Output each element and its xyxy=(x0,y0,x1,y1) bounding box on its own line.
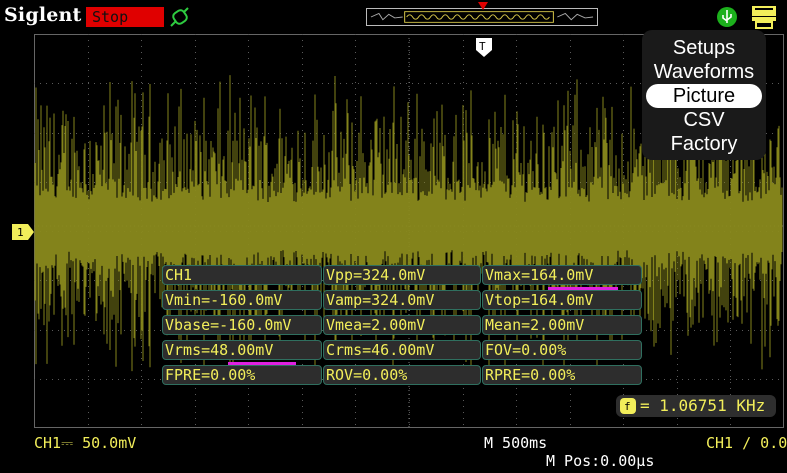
measure-fpre: FPRE=0.00% xyxy=(162,365,322,385)
measure-vrms: Vrms=48.00mV xyxy=(162,340,322,360)
menu-item-waveforms[interactable]: Waveforms xyxy=(646,60,762,84)
vrms-highlight xyxy=(228,362,296,365)
measure-fov: FOV=0.00% xyxy=(482,340,642,360)
frequency-icon: f xyxy=(620,398,636,414)
vmax-highlight xyxy=(548,287,618,290)
channel-scale: CH1⎓ 50.0mV xyxy=(34,434,137,452)
status-bar: CH1⎓ 50.0mV M 500ms M Pos:0.00μs CH1 ∕ 0… xyxy=(0,430,787,473)
frequency-value: = 1.06751 KHz xyxy=(640,396,766,415)
run-status-badge[interactable]: Stop xyxy=(86,7,164,27)
timebase: M 500ms xyxy=(484,434,548,452)
frequency-counter: f = 1.06751 KHz xyxy=(616,395,776,417)
svg-text:f: f xyxy=(624,400,631,413)
waveform-overview-icon[interactable] xyxy=(366,8,598,26)
svg-text:T: T xyxy=(479,40,486,53)
trigger-position-icon[interactable]: T xyxy=(474,36,494,58)
top-bar: Siglent Stop xyxy=(0,0,787,34)
measure-vtop: Vtop=164.0mV xyxy=(482,290,642,310)
measure-rov: ROV=0.00% xyxy=(323,365,481,385)
trigger-setting: CH1 ∕ 0.0 xyxy=(706,434,787,452)
horizontal-position: M Pos:0.00μs xyxy=(546,452,655,470)
printer-icon[interactable] xyxy=(750,4,778,30)
measurement-panel: CH1 Vpp=324.0mV Vmax=164.0mV Vmin=-160.0… xyxy=(162,265,642,385)
measure-vmax: Vmax=164.0mV xyxy=(482,265,642,285)
brand-logo: Siglent xyxy=(4,4,82,26)
plug-icon xyxy=(170,7,189,27)
save-menu: Setups Waveforms Picture CSV Factory xyxy=(642,30,766,160)
menu-item-csv[interactable]: CSV xyxy=(646,108,762,132)
svg-text:1: 1 xyxy=(17,226,24,239)
measure-vpp: Vpp=324.0mV xyxy=(323,265,481,285)
measure-vbase: Vbase=-160.0mV xyxy=(162,315,322,335)
measure-vamp: Vamp=324.0mV xyxy=(323,290,481,310)
measure-vmin: Vmin=-160.0mV xyxy=(162,290,322,310)
measure-rpre: RPRE=0.00% xyxy=(482,365,642,385)
trigger-arrow-icon xyxy=(478,2,488,10)
menu-item-picture[interactable]: Picture xyxy=(646,84,762,108)
channel1-level-marker[interactable]: 1 xyxy=(12,222,34,242)
measure-vmea: Vmea=2.00mV xyxy=(323,315,481,335)
measure-mean: Mean=2.00mV xyxy=(482,315,642,335)
menu-item-factory[interactable]: Factory xyxy=(646,132,762,156)
menu-item-setups[interactable]: Setups xyxy=(646,36,762,60)
measure-channel-title: CH1 xyxy=(162,265,322,285)
usb-icon xyxy=(717,7,737,27)
measure-crms: Crms=46.00mV xyxy=(323,340,481,360)
